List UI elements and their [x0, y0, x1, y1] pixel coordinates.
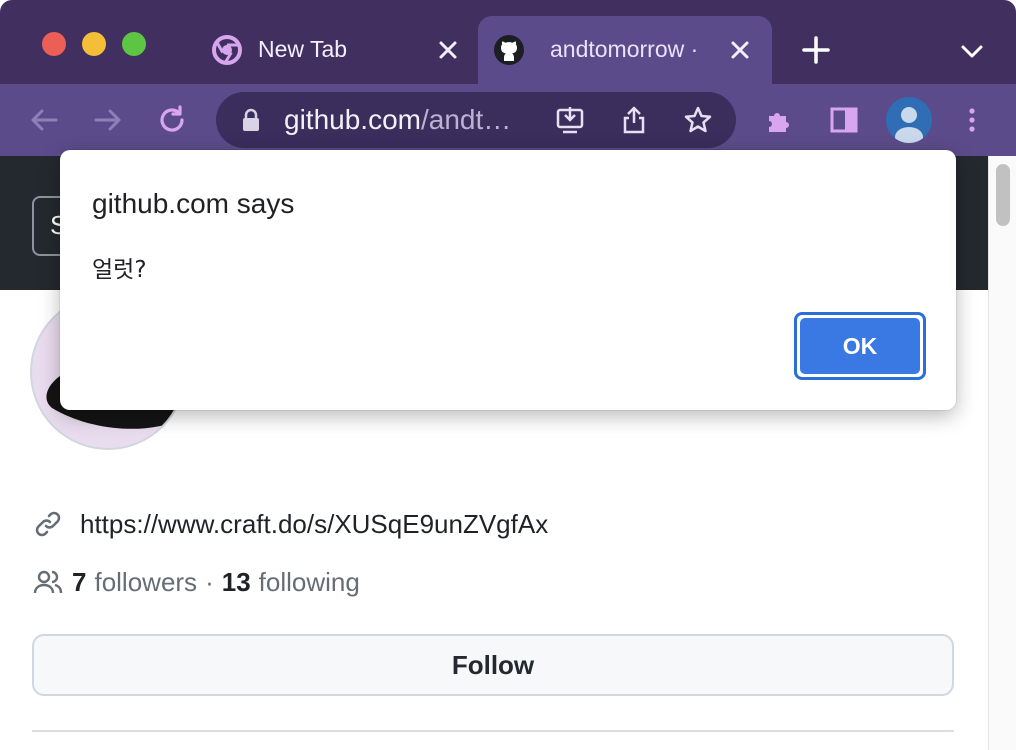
- tab-strip: New Tab andtomorrow ·: [0, 0, 1016, 84]
- close-icon[interactable]: [726, 36, 754, 64]
- tab-new-tab[interactable]: New Tab: [196, 16, 476, 84]
- forward-arrow-icon[interactable]: [92, 104, 124, 136]
- following-link[interactable]: 13 following: [222, 567, 360, 598]
- divider: [32, 730, 954, 732]
- follow-button[interactable]: Follow: [32, 634, 954, 696]
- extensions-puzzle-icon[interactable]: [764, 104, 796, 136]
- star-icon[interactable]: [682, 104, 714, 136]
- dialog-title: github.com says: [92, 188, 295, 219]
- alert-dialog: github.com says 얼럿? OK: [60, 150, 956, 410]
- profile-website[interactable]: https://www.craft.do/s/XUSqE9unZVgfAx: [32, 506, 548, 542]
- followers-link[interactable]: 7 followers: [72, 567, 197, 598]
- close-icon[interactable]: [434, 36, 462, 64]
- install-app-icon[interactable]: [554, 104, 586, 136]
- person-icon: [895, 107, 923, 143]
- tab-title: andtomorrow ·: [550, 36, 699, 62]
- scrollbar-thumb[interactable]: [996, 164, 1010, 226]
- browser-window: New Tab andtomorrow · github.com/andt… S…: [0, 0, 1016, 750]
- window-close-button[interactable]: [42, 32, 66, 56]
- dialog-message: 얼럿?: [92, 257, 147, 283]
- people-icon: [33, 570, 63, 594]
- tab-github-profile[interactable]: andtomorrow ·: [478, 16, 772, 84]
- window-maximize-button[interactable]: [122, 32, 146, 56]
- browser-toolbar: github.com/andt…: [0, 84, 1016, 156]
- chrome-icon: [212, 35, 242, 65]
- link-icon: [35, 511, 61, 537]
- reload-icon[interactable]: [156, 104, 188, 136]
- github-icon: [494, 35, 524, 65]
- tab-title: New Tab: [258, 36, 348, 62]
- url-text[interactable]: github.com/andt…: [284, 104, 524, 136]
- website-link[interactable]: https://www.craft.do/s/XUSqE9unZVgfAx: [80, 509, 548, 540]
- more-menu-icon[interactable]: [956, 104, 988, 136]
- back-arrow-icon[interactable]: [28, 104, 60, 136]
- window-minimize-button[interactable]: [82, 32, 106, 56]
- address-bar[interactable]: github.com/andt…: [216, 92, 736, 148]
- side-panel-icon[interactable]: [828, 104, 860, 136]
- profile-avatar-button[interactable]: [886, 97, 932, 143]
- page-scrollbar[interactable]: [988, 156, 1016, 750]
- separator-dot: ·: [205, 566, 214, 597]
- new-tab-button[interactable]: [800, 34, 832, 66]
- ok-button[interactable]: OK: [794, 312, 926, 380]
- chevron-down-icon[interactable]: [958, 38, 986, 66]
- share-icon[interactable]: [618, 104, 650, 136]
- ok-button-label[interactable]: OK: [800, 318, 920, 374]
- follow-stats: 7 followers · 13 following: [32, 564, 360, 600]
- lock-icon[interactable]: [240, 108, 262, 132]
